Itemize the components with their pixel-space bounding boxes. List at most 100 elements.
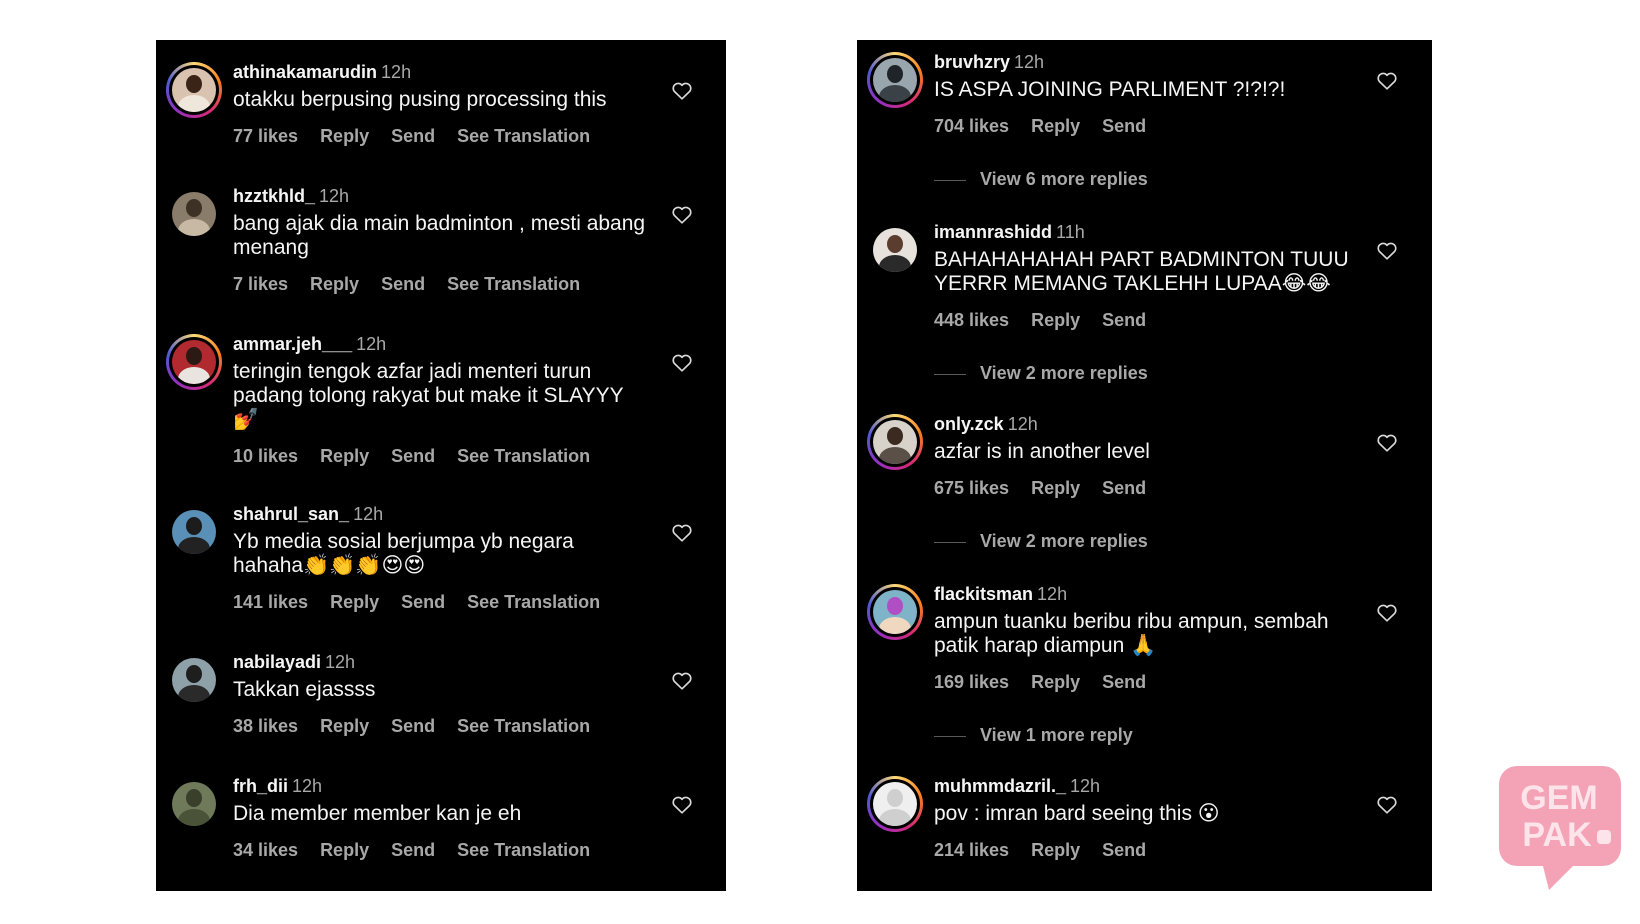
see-translation-button[interactable]: See Translation bbox=[457, 716, 590, 736]
avatar[interactable] bbox=[867, 222, 923, 278]
logo-text-line1: GEM bbox=[1520, 779, 1597, 817]
likes-count[interactable]: 675 likes bbox=[934, 478, 1009, 498]
comment-time: 12h bbox=[325, 652, 356, 672]
reply-button[interactable]: Reply bbox=[320, 446, 369, 466]
comment-item: nabilayadi 12h Takkan ejassss 38 likes Rep… bbox=[156, 652, 726, 752]
comment-username[interactable]: athinakamarudin bbox=[233, 62, 377, 82]
reply-button[interactable]: Reply bbox=[1031, 840, 1080, 860]
heart-icon[interactable] bbox=[671, 80, 693, 102]
avatar[interactable] bbox=[166, 62, 222, 118]
view-more-replies[interactable]: View 1 more reply bbox=[934, 725, 1133, 746]
comments-panel-right: bruvhzry 12h IS ASPA JOINING PARLIMENT ?!… bbox=[857, 40, 1432, 891]
avatar[interactable] bbox=[867, 414, 923, 470]
heart-icon[interactable] bbox=[1376, 70, 1398, 92]
avatar[interactable] bbox=[867, 776, 923, 832]
reply-button[interactable]: Reply bbox=[330, 592, 379, 612]
avatar[interactable] bbox=[166, 504, 222, 560]
comment-item: athinakamarudin 12h otakku berpusing pusi… bbox=[156, 62, 726, 162]
send-button[interactable]: Send bbox=[401, 592, 445, 612]
heart-icon[interactable] bbox=[1376, 602, 1398, 624]
send-button[interactable]: Send bbox=[1102, 310, 1146, 330]
comment-username[interactable]: muhmmdazril._ bbox=[934, 776, 1066, 796]
likes-count[interactable]: 169 likes bbox=[934, 672, 1009, 692]
likes-count[interactable]: 38 likes bbox=[233, 716, 298, 736]
send-button[interactable]: Send bbox=[391, 716, 435, 736]
view-more-label: View 6 more replies bbox=[980, 169, 1148, 189]
see-translation-button[interactable]: See Translation bbox=[457, 446, 590, 466]
comment-time: 12h bbox=[1014, 52, 1045, 72]
heart-icon[interactable] bbox=[671, 352, 693, 374]
comment-item: shahrul_san_ 12h Yb media sosial berjumpa… bbox=[156, 504, 726, 624]
avatar[interactable] bbox=[166, 334, 222, 390]
likes-count[interactable]: 704 likes bbox=[934, 116, 1009, 136]
send-button[interactable]: Send bbox=[391, 126, 435, 146]
comment-text: teringin tengok azfar jadi menteri turun… bbox=[233, 360, 624, 431]
heart-icon[interactable] bbox=[1376, 432, 1398, 454]
heart-icon[interactable] bbox=[671, 204, 693, 226]
heart-icon[interactable] bbox=[671, 670, 693, 692]
likes-count[interactable]: 141 likes bbox=[233, 592, 308, 612]
reply-button[interactable]: Reply bbox=[310, 274, 359, 294]
heart-icon[interactable] bbox=[1376, 240, 1398, 262]
heart-icon[interactable] bbox=[671, 794, 693, 816]
gempak-logo: GEM PAK bbox=[1499, 766, 1621, 890]
send-button[interactable]: Send bbox=[391, 446, 435, 466]
comment-username[interactable]: only.zck bbox=[934, 414, 1004, 434]
view-more-replies[interactable]: View 6 more replies bbox=[934, 169, 1148, 190]
comment-item: ammar.jeh___ 12h teringin tengok azfar ja… bbox=[156, 334, 726, 474]
send-button[interactable]: Send bbox=[1102, 116, 1146, 136]
send-button[interactable]: Send bbox=[1102, 672, 1146, 692]
reply-button[interactable]: Reply bbox=[1031, 478, 1080, 498]
likes-count[interactable]: 10 likes bbox=[233, 446, 298, 466]
send-button[interactable]: Send bbox=[381, 274, 425, 294]
view-more-replies[interactable]: View 2 more replies bbox=[934, 363, 1148, 384]
comment-text: BAHAHAHAHAH PART BADMINTON TUUU YERRR ME… bbox=[934, 248, 1349, 295]
avatar[interactable] bbox=[867, 52, 923, 108]
comment-time: 12h bbox=[356, 334, 387, 354]
comment-item: hzztkhld_ 12h bang ajak dia main badminto… bbox=[156, 186, 726, 306]
avatar[interactable] bbox=[166, 186, 222, 242]
comment-username[interactable]: bruvhzry bbox=[934, 52, 1010, 72]
likes-count[interactable]: 7 likes bbox=[233, 274, 288, 294]
heart-icon[interactable] bbox=[671, 522, 693, 544]
comment-username[interactable]: frh_dii bbox=[233, 776, 288, 796]
comments-panel-left: athinakamarudin 12h otakku berpusing pusi… bbox=[156, 40, 726, 891]
avatar[interactable] bbox=[166, 652, 222, 708]
send-button[interactable]: Send bbox=[391, 840, 435, 860]
comment-username[interactable]: flackitsman bbox=[934, 584, 1033, 604]
send-button[interactable]: Send bbox=[1102, 840, 1146, 860]
see-translation-button[interactable]: See Translation bbox=[457, 840, 590, 860]
comment-username[interactable]: hzztkhld_ bbox=[233, 186, 315, 206]
view-more-label: View 2 more replies bbox=[980, 531, 1148, 551]
reply-button[interactable]: Reply bbox=[1031, 116, 1080, 136]
reply-button[interactable]: Reply bbox=[320, 126, 369, 146]
divider-line bbox=[934, 179, 966, 181]
reply-button[interactable]: Reply bbox=[320, 716, 369, 736]
see-translation-button[interactable]: See Translation bbox=[447, 274, 580, 294]
comment-item: bruvhzry 12h IS ASPA JOINING PARLIMENT ?!… bbox=[857, 52, 1432, 202]
comment-username[interactable]: imannrashidd bbox=[934, 222, 1052, 242]
comment-text: Takkan ejassss bbox=[233, 678, 376, 701]
reply-button[interactable]: Reply bbox=[1031, 310, 1080, 330]
reply-button[interactable]: Reply bbox=[1031, 672, 1080, 692]
view-more-label: View 2 more replies bbox=[980, 363, 1148, 383]
likes-count[interactable]: 214 likes bbox=[934, 840, 1009, 860]
likes-count[interactable]: 77 likes bbox=[233, 126, 298, 146]
avatar[interactable] bbox=[867, 584, 923, 640]
comment-username[interactable]: nabilayadi bbox=[233, 652, 321, 672]
comment-username[interactable]: shahrul_san_ bbox=[233, 504, 349, 524]
avatar[interactable] bbox=[166, 776, 222, 832]
divider-line bbox=[934, 373, 966, 375]
likes-count[interactable]: 34 likes bbox=[233, 840, 298, 860]
comment-username[interactable]: ammar.jeh___ bbox=[233, 334, 352, 354]
heart-icon[interactable] bbox=[1376, 794, 1398, 816]
comment-time: 12h bbox=[292, 776, 323, 796]
see-translation-button[interactable]: See Translation bbox=[467, 592, 600, 612]
send-button[interactable]: Send bbox=[1102, 478, 1146, 498]
reply-button[interactable]: Reply bbox=[320, 840, 369, 860]
view-more-replies[interactable]: View 2 more replies bbox=[934, 531, 1148, 552]
comment-time: 12h bbox=[319, 186, 350, 206]
logo-text-line2: PAK bbox=[1522, 816, 1592, 854]
see-translation-button[interactable]: See Translation bbox=[457, 126, 590, 146]
likes-count[interactable]: 448 likes bbox=[934, 310, 1009, 330]
